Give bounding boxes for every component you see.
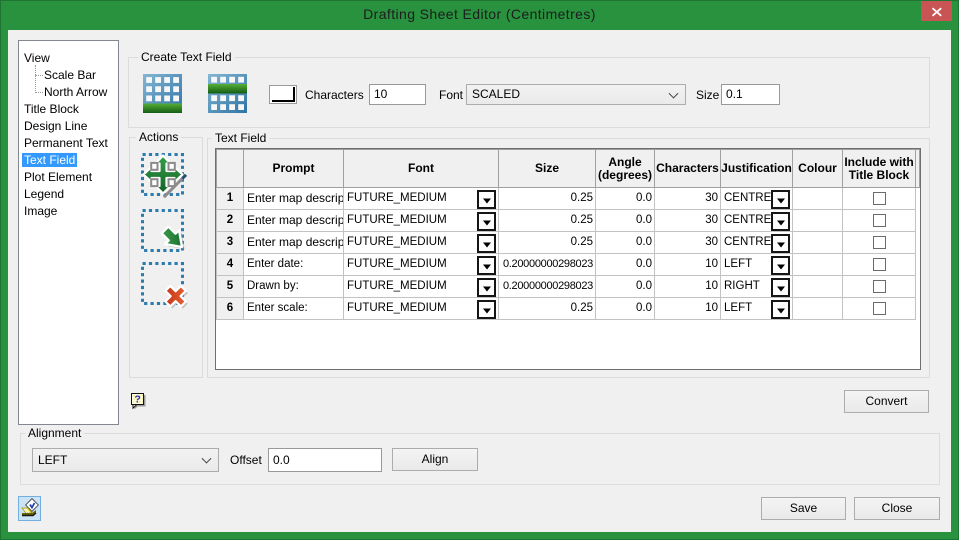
svg-text:?: ? bbox=[134, 393, 140, 405]
